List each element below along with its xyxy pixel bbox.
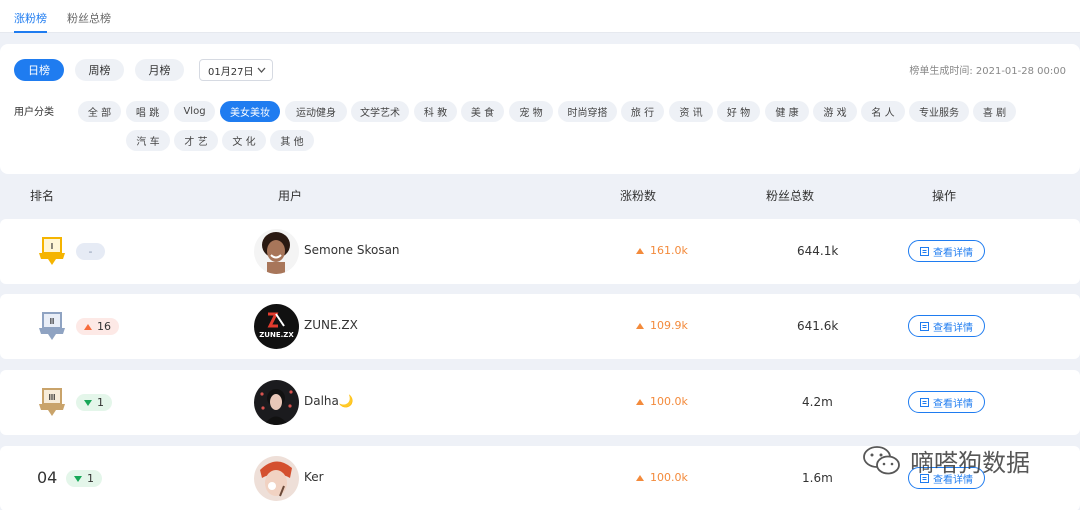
svg-text:ZUNE.ZX: ZUNE.ZX: [259, 331, 294, 339]
category-chip[interactable]: 科 教: [414, 101, 457, 122]
svg-text:I: I: [51, 242, 53, 251]
up-arrow-icon: [636, 398, 644, 405]
avatar[interactable]: ZUNE.ZX: [254, 304, 299, 349]
view-details-button[interactable]: 查看详情: [908, 391, 985, 413]
user-name[interactable]: Ker: [304, 470, 324, 484]
header-total: 粉丝总数: [766, 189, 815, 203]
rank-number: 04: [37, 468, 58, 487]
header-gain: 涨粉数: [620, 189, 657, 203]
document-icon: [920, 397, 929, 407]
header-user: 用户: [278, 189, 303, 203]
category-chip[interactable]: 文学艺术: [351, 101, 409, 122]
fan-total: 644.1k: [797, 244, 839, 258]
category-chip[interactable]: 才 艺: [174, 130, 218, 151]
up-arrow-icon: [84, 323, 92, 330]
category-label: 用户分类: [14, 107, 54, 118]
fan-gain-value: 109.9k: [650, 319, 688, 332]
down-arrow-icon: [74, 475, 82, 482]
view-details-button[interactable]: 查看详情: [908, 315, 985, 337]
fan-total: 641.6k: [797, 319, 839, 333]
avatar[interactable]: [254, 456, 299, 501]
bronze-medal-icon: III: [39, 388, 65, 416]
weekly-button[interactable]: 周榜: [75, 59, 124, 81]
category-chip[interactable]: 其 他: [270, 130, 314, 151]
rank-change-badge: 1: [66, 470, 102, 487]
fan-gain: 109.9k: [636, 319, 688, 332]
date-select[interactable]: 01月27日: [199, 59, 273, 81]
view-details-label: 查看详情: [933, 247, 973, 259]
filter-panel: 日榜 周榜 月榜 01月27日 榜单生成时间: 2021-01-28 00:00…: [0, 44, 1080, 174]
watermark-text: 嘀嗒狗数据: [910, 449, 1030, 477]
rank-change-value: 1: [87, 472, 94, 485]
category-chip[interactable]: 旅 行: [621, 101, 664, 122]
generated-time: 榜单生成时间: 2021-01-28 00:00: [909, 66, 1066, 77]
down-arrow-icon: [84, 399, 92, 406]
fan-total: 1.6m: [802, 471, 833, 485]
table-row: I - Semone Skosan 161.0k 644.1k 查看详情: [0, 219, 1080, 284]
fan-gain-value: 161.0k: [650, 244, 688, 257]
rank-change-badge: -: [76, 243, 105, 260]
fan-gain-value: 100.0k: [650, 395, 688, 408]
watermark: 嘀嗒狗数据: [862, 443, 1030, 478]
tab-fan-growth[interactable]: 涨粉榜: [14, 10, 47, 33]
category-chip[interactable]: 文 化: [222, 130, 266, 151]
wechat-icon: [863, 445, 900, 474]
top-tabs: 涨粉榜 粉丝总榜: [0, 0, 1080, 33]
rank-change-badge: 1: [76, 394, 112, 411]
category-chip-active[interactable]: 美女美妆: [220, 101, 280, 122]
category-chip[interactable]: 健 康: [765, 101, 809, 122]
category-chip[interactable]: 名 人: [861, 101, 905, 122]
tab-total-fans[interactable]: 粉丝总榜: [67, 10, 111, 33]
table-row: II 16 ZUNE.ZX ZUNE.ZX 109.9k 641.6k 查看详情: [0, 294, 1080, 359]
user-name[interactable]: ZUNE.ZX: [304, 318, 358, 332]
category-chip[interactable]: 宠 物: [509, 101, 553, 122]
silver-medal-icon: II: [39, 312, 65, 340]
category-chip[interactable]: 运动健身: [285, 101, 347, 122]
daily-button[interactable]: 日榜: [14, 59, 64, 81]
header-action: 操作: [932, 189, 957, 203]
table-header: 排名 用户 涨粉数 粉丝总数 操作: [0, 176, 1080, 216]
user-name[interactable]: Dalha🌙: [304, 394, 354, 408]
up-arrow-icon: [636, 322, 644, 329]
category-chip[interactable]: 专业服务: [909, 101, 969, 122]
fan-total: 4.2m: [802, 395, 833, 409]
category-chip[interactable]: 全 部: [78, 101, 121, 122]
up-arrow-icon: [636, 474, 644, 481]
rank-change-value: -: [88, 245, 93, 258]
category-chip[interactable]: 游 戏: [813, 101, 857, 122]
user-name[interactable]: Semone Skosan: [304, 243, 400, 257]
category-chip[interactable]: 美 食: [461, 101, 504, 122]
document-icon: [920, 321, 929, 331]
up-arrow-icon: [636, 247, 644, 254]
rank-change-badge: 16: [76, 318, 119, 335]
document-icon: [920, 246, 929, 256]
category-chip[interactable]: 资 讯: [669, 101, 713, 122]
chevron-down-icon: [257, 67, 266, 73]
category-chip[interactable]: 时尚穿搭: [558, 101, 617, 122]
view-details-button[interactable]: 查看详情: [908, 240, 985, 262]
avatar[interactable]: [254, 229, 299, 274]
gold-medal-icon: I: [39, 237, 65, 265]
header-rank: 排名: [30, 189, 55, 203]
category-chip[interactable]: 汽 车: [126, 130, 170, 151]
svg-text:III: III: [49, 393, 56, 402]
category-chip[interactable]: Vlog: [174, 101, 215, 122]
fan-gain: 100.0k: [636, 395, 688, 408]
svg-text:II: II: [50, 317, 54, 326]
fan-gain: 161.0k: [636, 244, 688, 257]
view-details-label: 查看详情: [933, 322, 973, 334]
fan-gain-value: 100.0k: [650, 471, 688, 484]
fan-gain: 100.0k: [636, 471, 688, 484]
view-details-label: 查看详情: [933, 398, 973, 410]
avatar[interactable]: [254, 380, 299, 425]
table-row: III 1 Dalha🌙 100.0k 4.2m 查看详情: [0, 370, 1080, 435]
rank-change-value: 16: [97, 320, 111, 333]
category-chip[interactable]: 喜 剧: [973, 101, 1016, 122]
category-chip[interactable]: 好 物: [717, 101, 760, 122]
category-chip[interactable]: 唱 跳: [126, 101, 169, 122]
monthly-button[interactable]: 月榜: [135, 59, 184, 81]
date-value: 01月27日: [208, 66, 254, 78]
rank-change-value: 1: [97, 396, 104, 409]
